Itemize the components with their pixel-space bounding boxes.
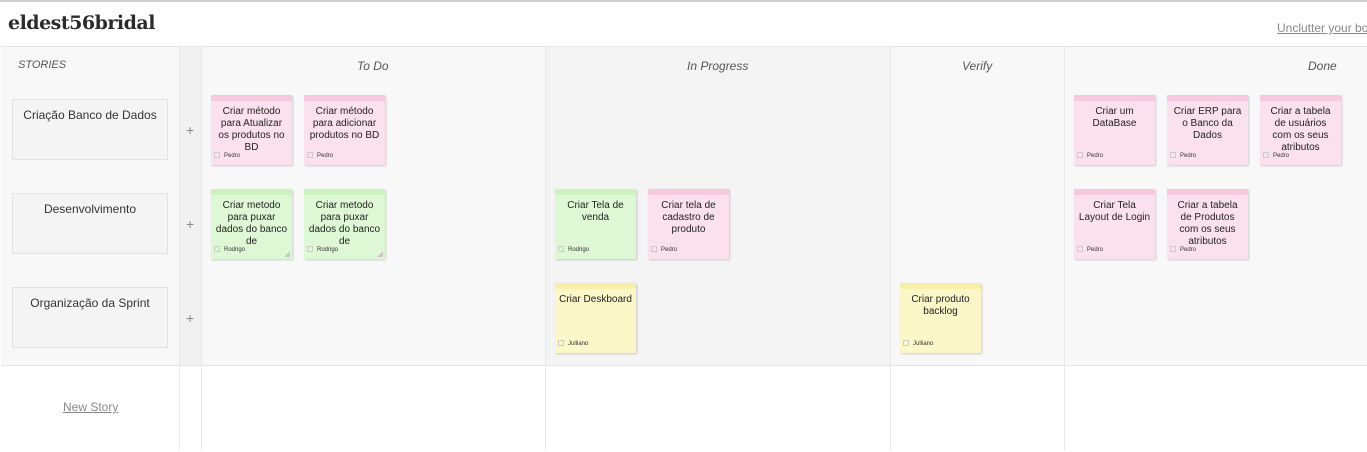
add-card-button[interactable]: + bbox=[186, 310, 194, 326]
task-owner: Julliano bbox=[913, 341, 934, 347]
task-owner: Rodrigo bbox=[317, 247, 339, 253]
task-card[interactable]: Criar Tela de venda Rodrigo bbox=[555, 189, 636, 259]
new-story-link[interactable]: New Story bbox=[63, 400, 118, 414]
task-card[interactable]: Criar produto backlog Julliano bbox=[900, 283, 981, 353]
task-card[interactable]: Criar Tela Layout de Login Pedro bbox=[1074, 189, 1155, 259]
task-owner: Julliano bbox=[568, 341, 589, 347]
in-progress-header: In Progress bbox=[687, 59, 749, 73]
task-owner: Pedro bbox=[661, 247, 678, 253]
checkbox-icon[interactable] bbox=[1170, 246, 1176, 253]
task-owner: Pedro bbox=[1180, 247, 1197, 253]
task-owner: Pedro bbox=[1087, 153, 1104, 159]
checkbox-icon[interactable] bbox=[1077, 152, 1083, 159]
resize-handle-icon[interactable] bbox=[284, 251, 290, 257]
task-card[interactable]: Criar método para Atualizar os produtos … bbox=[211, 95, 292, 165]
story-card[interactable]: Desenvolvimento bbox=[12, 193, 168, 254]
task-owner: Pedro bbox=[1180, 153, 1197, 159]
task-card[interactable]: Criar metodo para puxar dados do banco d… bbox=[304, 189, 385, 259]
kanban-board: STORIES To Do In Progress Verify Done Cr… bbox=[1, 46, 1367, 451]
stories-header: STORIES bbox=[18, 59, 67, 71]
top-border bbox=[0, 0, 1367, 2]
done-header: Done bbox=[1308, 59, 1337, 73]
checkbox-icon[interactable] bbox=[1170, 152, 1176, 159]
task-card[interactable]: Criar um DataBase Pedro bbox=[1074, 95, 1155, 165]
checkbox-icon[interactable] bbox=[214, 152, 220, 159]
new-story-row bbox=[1, 365, 1367, 451]
task-card[interactable]: Criar tela de cadastro de produto Pedro bbox=[648, 189, 729, 259]
task-owner: Pedro bbox=[317, 153, 334, 159]
checkbox-icon[interactable] bbox=[558, 246, 564, 253]
add-card-button[interactable]: + bbox=[186, 216, 194, 232]
task-card[interactable]: Criar Deskboard Julliano bbox=[555, 283, 636, 353]
board-title: eldest56bridal bbox=[8, 12, 155, 34]
checkbox-icon[interactable] bbox=[1077, 246, 1083, 253]
checkbox-icon[interactable] bbox=[1263, 152, 1269, 159]
checkbox-icon[interactable] bbox=[307, 246, 313, 253]
story-card[interactable]: Organização da Sprint bbox=[12, 287, 168, 348]
task-card[interactable]: Criar método para adicionar produtos no … bbox=[304, 95, 385, 165]
add-card-button[interactable]: + bbox=[186, 122, 194, 138]
checkbox-icon[interactable] bbox=[558, 340, 564, 347]
task-owner: Pedro bbox=[1273, 153, 1290, 159]
unclutter-link[interactable]: Unclutter your bo bbox=[1277, 21, 1367, 35]
task-owner: Pedro bbox=[1087, 247, 1104, 253]
resize-handle-icon[interactable] bbox=[377, 251, 383, 257]
todo-header: To Do bbox=[357, 59, 389, 73]
task-card[interactable]: Criar a tabela de usuários com os seus a… bbox=[1260, 95, 1341, 165]
checkbox-icon[interactable] bbox=[651, 246, 657, 253]
checkbox-icon[interactable] bbox=[307, 152, 313, 159]
task-card[interactable]: Criar metodo para puxar dados do banco d… bbox=[211, 189, 292, 259]
story-card[interactable]: Criação Banco de Dados bbox=[12, 99, 168, 160]
checkbox-icon[interactable] bbox=[903, 340, 909, 347]
task-owner: Rodrigo bbox=[224, 247, 246, 253]
checkbox-icon[interactable] bbox=[214, 246, 220, 253]
task-card[interactable]: Criar a tabela de Produtos com os seus a… bbox=[1167, 189, 1248, 259]
task-card[interactable]: Criar ERP para o Banco da Dados Pedro bbox=[1167, 95, 1248, 165]
verify-header: Verify bbox=[962, 59, 993, 73]
task-owner: Pedro bbox=[224, 153, 241, 159]
task-owner: Rodrigo bbox=[568, 247, 590, 253]
